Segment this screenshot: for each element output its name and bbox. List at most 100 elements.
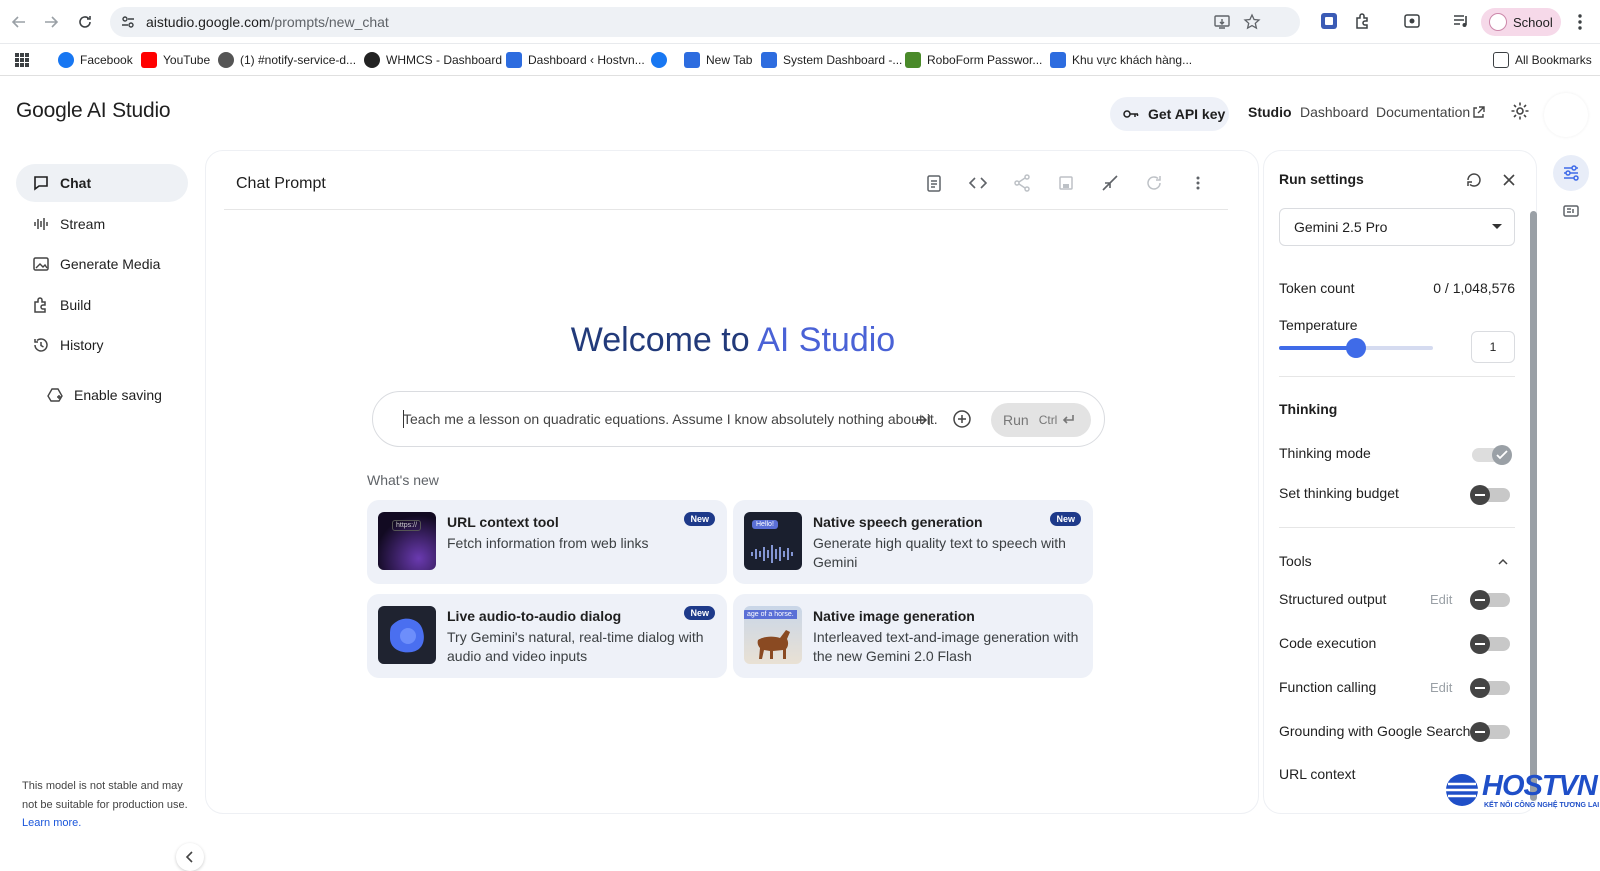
tools-header[interactable]: Tools <box>1279 553 1515 569</box>
bookmark-item[interactable]: Dashboard ‹ Hostvn... <box>506 51 645 69</box>
sidebar-item-build[interactable]: Build <box>16 286 188 324</box>
sidebar-item-stream[interactable]: Stream <box>16 205 188 243</box>
divider <box>1279 376 1515 377</box>
horse-thumbnail: age of a horse. <box>744 606 802 664</box>
nav-dashboard[interactable]: Dashboard <box>1300 104 1369 120</box>
settings-scrollbar[interactable] <box>1530 211 1537 801</box>
screenshot-icon[interactable] <box>1402 11 1422 31</box>
facebook-icon <box>651 52 667 68</box>
roboform-icon <box>905 52 921 68</box>
url-text: aistudio.google.com/prompts/new_chat <box>146 14 389 30</box>
temperature-slider-handle[interactable] <box>1346 338 1366 358</box>
apps-grid-icon[interactable] <box>14 51 30 69</box>
learn-more-link[interactable]: Learn more. <box>22 817 81 829</box>
code-execution-toggle[interactable] <box>1470 634 1510 654</box>
bookmark-item[interactable]: WHMCS - Dashboard <box>364 51 502 69</box>
compare-icon[interactable] <box>1100 173 1120 193</box>
external-link-icon <box>1472 106 1485 119</box>
grounding-toggle[interactable] <box>1470 722 1510 742</box>
thinking-header: Thinking <box>1279 401 1338 417</box>
thinking-mode-toggle[interactable] <box>1472 445 1512 465</box>
bookmark-item[interactable]: Khu vực khách hàng... <box>1050 51 1192 69</box>
run-settings-panel: Run settings Gemini 2.5 Pro Token count 0… <box>1263 150 1537 814</box>
bookmark-item[interactable]: Facebook <box>58 51 133 69</box>
nav-studio[interactable]: Studio <box>1248 104 1292 120</box>
whats-new-card-image-gen[interactable]: age of a horse. Native image generation … <box>733 594 1093 678</box>
bookmark-item[interactable]: YouTube <box>141 51 210 69</box>
code-icon[interactable] <box>968 173 988 193</box>
browser-menu-icon[interactable] <box>1572 12 1588 32</box>
header-divider <box>224 209 1228 210</box>
bookmarks-bar: Facebook YouTube (1) #notify-service-d..… <box>0 44 1600 76</box>
function-calling-toggle[interactable] <box>1470 678 1510 698</box>
bookmark-item[interactable]: System Dashboard -... <box>761 51 902 69</box>
hostvn-icon <box>506 52 522 68</box>
token-count-row: Token count 0 / 1,048,576 <box>1279 280 1515 296</box>
bookmark-item[interactable]: (1) #notify-service-d... <box>218 51 356 69</box>
whats-new-card-speech[interactable]: Hello! Native speech generation Generate… <box>733 500 1093 584</box>
app-logo[interactable]: Google AI Studio <box>16 99 171 123</box>
chevron-up-icon[interactable] <box>1497 553 1515 568</box>
page-title: Chat Prompt <box>236 175 326 192</box>
install-app-icon[interactable] <box>1213 13 1231 31</box>
media-icon[interactable] <box>1451 11 1471 31</box>
sidebar-item-generate-media[interactable]: Generate Media <box>16 245 188 283</box>
share-icon[interactable] <box>1012 173 1032 193</box>
bookmark-item[interactable]: New Tab <box>684 51 752 69</box>
layout-panel-icon[interactable] <box>1553 193 1589 229</box>
bookmark-star-icon[interactable] <box>1243 13 1261 31</box>
temperature-slider[interactable] <box>1279 338 1433 358</box>
add-media-icon[interactable] <box>952 409 972 429</box>
bookmark-item[interactable] <box>651 51 673 69</box>
more-options-icon[interactable] <box>1188 173 1208 193</box>
sidebar-item-history[interactable]: History <box>16 326 188 364</box>
puzzle-extensions-icon[interactable] <box>1353 11 1373 31</box>
chevron-left-icon <box>185 851 193 863</box>
reload-icon[interactable] <box>73 10 97 34</box>
model-selector[interactable]: Gemini 2.5 Pro <box>1279 208 1515 246</box>
sidebar-item-chat[interactable]: Chat <box>16 164 188 202</box>
address-bar[interactable]: aistudio.google.com/prompts/new_chat <box>110 7 1300 37</box>
prompt-placeholder: Teach me a lesson on quadratic equations… <box>403 411 938 427</box>
nav-documentation[interactable]: Documentation <box>1376 104 1470 120</box>
hostvn-watermark: HOSTVN KẾT NỐI CÔNG NGHỆ TƯƠNG LAI <box>1442 770 1600 814</box>
structured-output-edit[interactable]: Edit <box>1430 592 1452 607</box>
extension-icon[interactable] <box>1319 11 1339 31</box>
tab-accept-icon[interactable] <box>915 413 931 427</box>
structured-output-toggle[interactable] <box>1470 590 1510 610</box>
forward-icon[interactable] <box>39 10 63 34</box>
collapse-sidebar-button[interactable] <box>176 843 204 871</box>
settings-gear-icon[interactable] <box>1510 101 1530 121</box>
globe-icon <box>364 52 380 68</box>
enable-saving-button[interactable]: Enable saving <box>30 376 202 414</box>
save-icon[interactable] <box>1056 173 1076 193</box>
get-api-key-button[interactable]: Get API key <box>1110 97 1229 131</box>
new-badge: New <box>684 606 715 620</box>
thinking-budget-toggle[interactable] <box>1470 485 1510 505</box>
temperature-input[interactable]: 1 <box>1471 331 1515 363</box>
reset-settings-icon[interactable] <box>1464 170 1484 190</box>
chat-prompt-panel: Chat Prompt Welcome to AI Studio Teach m… <box>205 150 1259 814</box>
close-icon[interactable] <box>1499 170 1519 190</box>
whats-new-card-url-context[interactable]: https:// URL context tool Fetch informat… <box>367 500 727 584</box>
back-icon[interactable] <box>7 10 31 34</box>
facebook-icon <box>58 52 74 68</box>
notify-icon <box>218 52 234 68</box>
refresh-icon[interactable] <box>1144 173 1164 193</box>
bookmark-item[interactable]: RoboForm Passwor... <box>905 51 1042 69</box>
tune-settings-icon[interactable] <box>1553 155 1589 191</box>
whats-new-heading: What's new <box>367 472 439 488</box>
user-avatar[interactable] <box>1544 93 1588 137</box>
speech-thumbnail: Hello! <box>744 512 802 570</box>
all-bookmarks[interactable]: All Bookmarks <box>1493 51 1592 69</box>
prompt-input[interactable]: Teach me a lesson on quadratic equations… <box>372 391 1105 447</box>
run-button[interactable]: Run Ctrl <box>991 403 1091 437</box>
run-settings-title: Run settings <box>1279 171 1364 187</box>
site-settings-icon[interactable] <box>120 14 136 30</box>
profile-chip[interactable]: School <box>1481 8 1561 36</box>
clipboard-icon[interactable] <box>924 173 944 193</box>
whats-new-card-audio-dialog[interactable]: Live audio-to-audio dialog Try Gemini's … <box>367 594 727 678</box>
ai-studio-app: Google AI Studio Get API key Studio Dash… <box>0 77 1600 871</box>
function-calling-edit[interactable]: Edit <box>1430 680 1452 695</box>
history-icon <box>34 338 48 352</box>
